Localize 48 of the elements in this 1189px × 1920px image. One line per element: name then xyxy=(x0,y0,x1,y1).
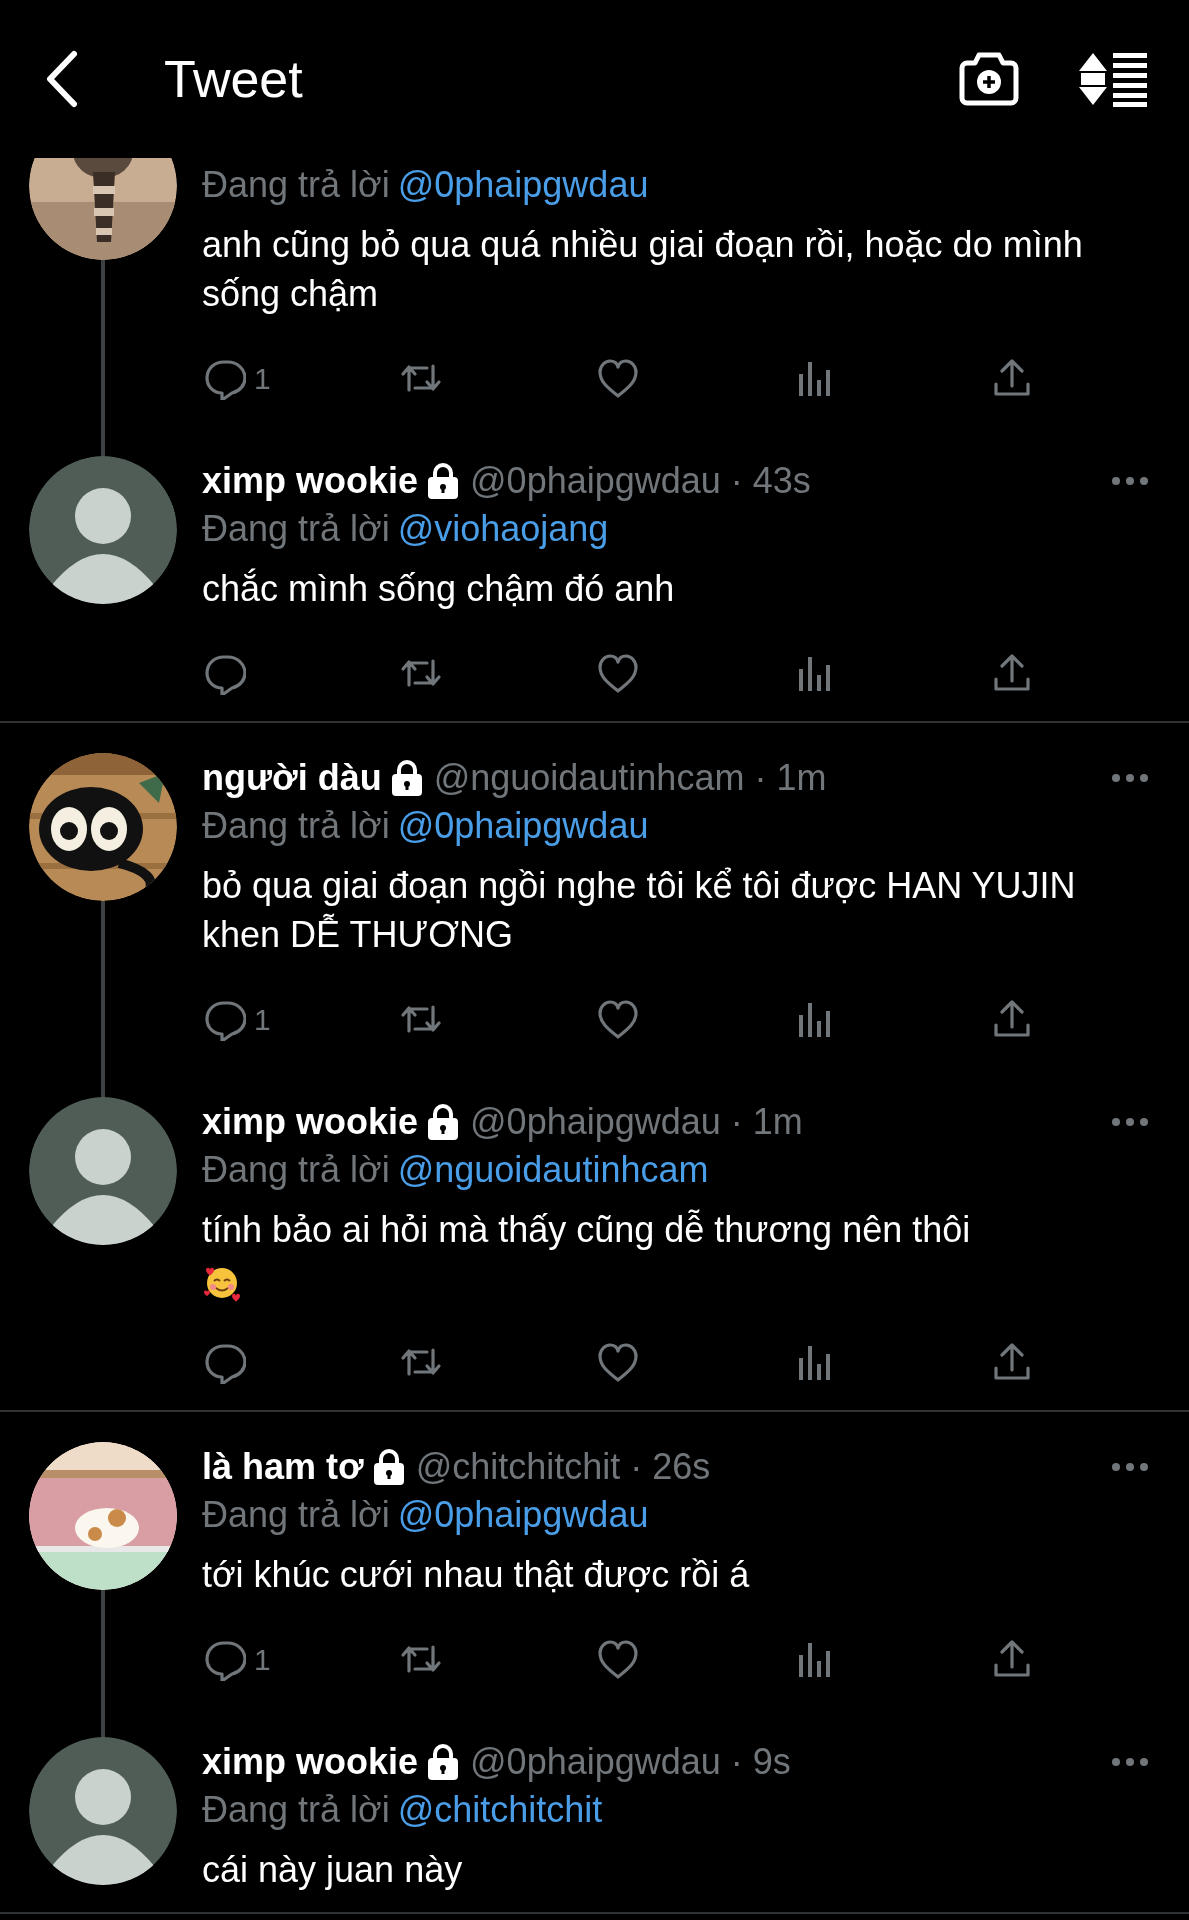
user-avatar[interactable] xyxy=(29,1097,177,1245)
camera-plus-icon[interactable] xyxy=(959,51,1019,107)
reply-count: 1 xyxy=(254,1641,271,1678)
user-name[interactable]: ximp wookie xyxy=(202,456,419,506)
replying-label: Đang trả lời xyxy=(202,163,390,207)
more-icon[interactable] xyxy=(1111,1462,1149,1472)
mention-link[interactable]: @nguoidautinhcam xyxy=(397,1147,709,1193)
more-icon[interactable] xyxy=(1111,1757,1149,1767)
handle-time: @0phaipgwdau · 43s xyxy=(470,459,811,503)
page-title: Tweet xyxy=(164,53,303,105)
reply-count: 1 xyxy=(254,1001,271,1038)
mention-link[interactable]: @0phaipgwdau xyxy=(397,162,649,208)
user-avatar[interactable] xyxy=(29,456,177,604)
handle-time: @0phaipgwdau · 9s xyxy=(470,1740,791,1784)
tweet-text: bỏ qua giai đoạn ngồi nghe tôi kể tôi được HAN YUJIN khen DỄ THƯƠNG xyxy=(202,864,1077,957)
tweet-text: anh cũng bỏ qua quá nhiều giai đoạn rồi, hoặc do mình sống chậm xyxy=(202,223,1084,316)
mention-link[interactable]: @0phaipgwdau xyxy=(397,1492,649,1538)
user-name[interactable]: ximp wookie xyxy=(202,1097,419,1147)
sort-list-icon[interactable] xyxy=(1077,51,1149,107)
back-icon[interactable] xyxy=(44,50,78,108)
more-icon[interactable] xyxy=(1111,1117,1149,1127)
more-icon[interactable] xyxy=(1111,773,1149,783)
heart-icon[interactable] xyxy=(596,1637,640,1681)
user-name[interactable]: ximp wookie xyxy=(202,1737,419,1787)
tweet-text: chắc mình sống chậm đó anh xyxy=(202,567,676,611)
user-avatar[interactable] xyxy=(29,1737,177,1885)
tweet-text: tới khúc cưới nhau thật được rồi á xyxy=(202,1553,751,1597)
reply-count: 1 xyxy=(254,360,271,397)
handle-time: @chitchitchit · 26s xyxy=(415,1445,711,1489)
replying-label: Đang trả lời xyxy=(202,507,390,551)
handle-time: @0phaipgwdau · 1m xyxy=(470,1100,803,1144)
user-name[interactable]: người dàu xyxy=(202,753,382,803)
user-name[interactable]: là ham tơ xyxy=(202,1442,364,1492)
mention-link[interactable]: @chitchitchit xyxy=(397,1787,603,1833)
replying-label: Đang trả lời xyxy=(202,1148,390,1192)
more-icon[interactable] xyxy=(1111,476,1149,486)
replying-label: Đang trả lời xyxy=(202,804,390,848)
handle-time: @nguoidautinhcam · 1m xyxy=(433,756,827,800)
heart-icon[interactable] xyxy=(596,356,640,400)
mention-link[interactable]: @0phaipgwdau xyxy=(397,803,649,849)
heart-icon[interactable] xyxy=(596,1340,640,1384)
tweet-text: tính bảo ai hỏi mà thấy cũng dễ thương nên thôi xyxy=(202,1208,972,1252)
tweet-text: cái này juan này xyxy=(202,1848,464,1892)
mention-link[interactable]: @viohaojang xyxy=(397,506,609,552)
replying-label: Đang trả lời xyxy=(202,1788,390,1832)
heart-icon[interactable] xyxy=(596,997,640,1041)
replying-label: Đang trả lời xyxy=(202,1493,390,1537)
heart-icon[interactable] xyxy=(596,651,640,695)
